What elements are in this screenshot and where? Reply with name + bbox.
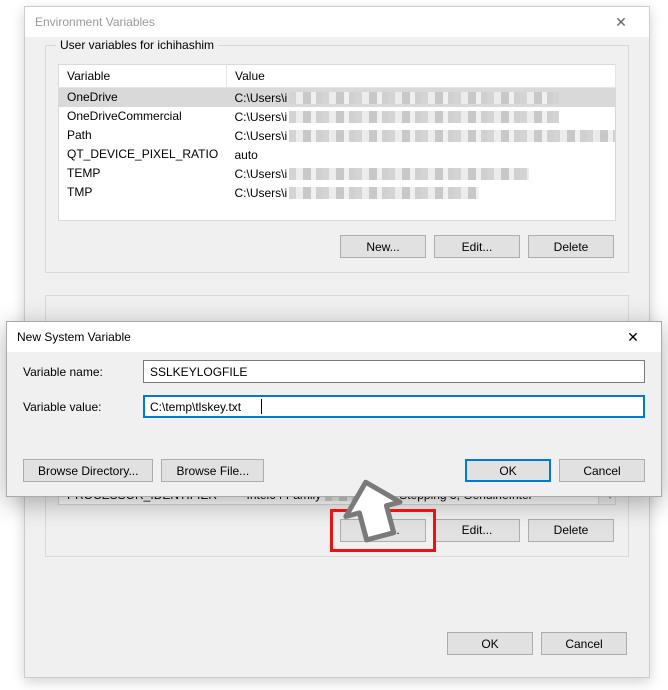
browse-file-button[interactable]: Browse File... [161,459,264,482]
table-row[interactable]: TMPC:\Users\i [59,183,616,202]
col-variable[interactable]: Variable [59,65,227,88]
table-row[interactable]: OneDriveC:\Users\i [59,88,616,107]
user-new-button[interactable]: New... [340,235,426,258]
var-value-cell: C:\Users\i [227,126,616,145]
system-new-button[interactable]: New... [340,519,426,542]
user-delete-button[interactable]: Delete [528,235,614,258]
dialog-title: Environment Variables [35,15,601,29]
user-group-label: User variables for ichihashim [56,38,218,52]
modal-cancel-button[interactable]: Cancel [559,459,645,482]
browse-directory-button[interactable]: Browse Directory... [23,459,153,482]
var-value-cell: C:\Users\i [227,164,616,183]
var-name-cell: TEMP [59,164,227,183]
redacted-text [289,130,615,142]
modal-ok-button[interactable]: OK [465,459,551,482]
modal-button-row: Browse Directory... Browse File... OK Ca… [23,459,645,482]
variable-name-input[interactable] [143,360,645,383]
redacted-text [289,111,559,123]
user-button-row: New... Edit... Delete [58,221,616,260]
dialog-ok-button[interactable]: OK [447,632,533,655]
table-row[interactable]: PathC:\Users\i [59,126,616,145]
var-name-cell: QT_DEVICE_PIXEL_RATIO [59,145,227,164]
redacted-text [289,187,479,199]
table-row[interactable]: QT_DEVICE_PIXEL_RATIOauto [59,145,616,164]
user-variables-table[interactable]: Variable Value OneDriveC:\Users\iOneDriv… [58,64,616,221]
dialog-titlebar: Environment Variables ✕ [25,7,649,37]
var-name-cell: Path [59,126,227,145]
system-delete-button[interactable]: Delete [528,519,614,542]
table-row[interactable]: TEMPC:\Users\i [59,164,616,183]
system-edit-button[interactable]: Edit... [434,519,520,542]
system-button-row: New... Edit... Delete [58,505,616,544]
close-icon[interactable]: ✕ [601,14,641,31]
table-row[interactable]: OneDriveCommercialC:\Users\i [59,107,616,126]
text-caret [261,399,262,414]
user-edit-button[interactable]: Edit... [434,235,520,258]
var-name-cell: TMP [59,183,227,202]
var-name-cell: OneDriveCommercial [59,107,227,126]
dialog-footer-row: OK Cancel [45,618,629,657]
var-value-cell: C:\Users\i [227,183,616,202]
variable-value-label: Variable value: [23,400,131,414]
new-system-variable-dialog: New System Variable ✕ Variable name: Var… [6,321,662,497]
redacted-text [289,92,559,104]
redacted-text [289,168,529,180]
modal-titlebar: New System Variable ✕ [7,322,661,352]
dialog-cancel-button[interactable]: Cancel [541,632,627,655]
variable-name-label: Variable name: [23,365,131,379]
modal-title: New System Variable [17,330,613,344]
var-name-cell: OneDrive [59,88,227,107]
var-value-cell: auto [227,145,616,164]
var-value-cell: C:\Users\i [227,107,616,126]
var-value-cell: C:\Users\i [227,88,616,107]
user-variables-group: User variables for ichihashim Variable V… [45,45,629,273]
variable-value-input[interactable] [143,395,645,418]
close-icon[interactable]: ✕ [613,329,653,346]
col-value[interactable]: Value [227,65,616,88]
